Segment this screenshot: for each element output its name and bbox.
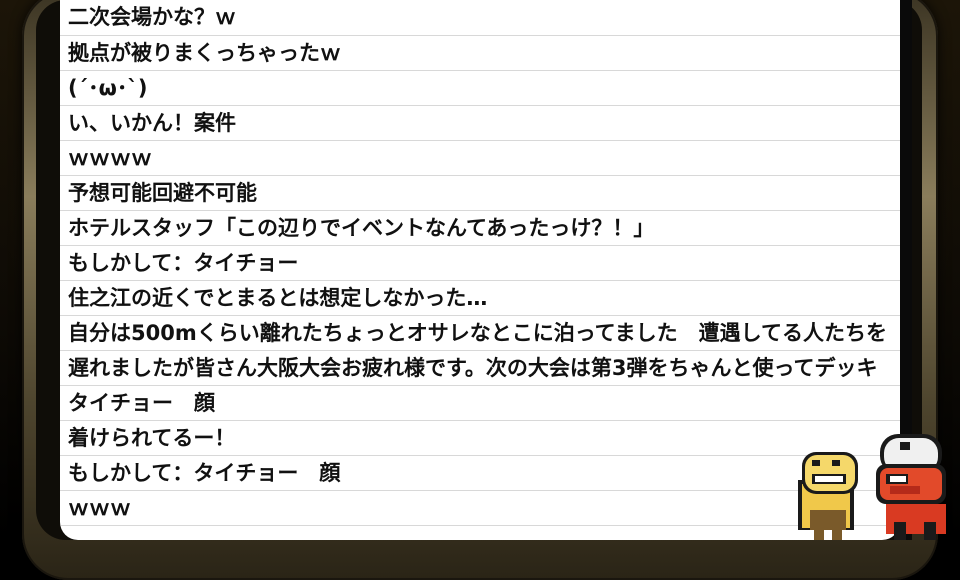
comment-row: 拠点が被りまくっちゃったｗ [60, 36, 900, 71]
comment-row: タイチョー 顔 [60, 386, 900, 421]
comment-row: 二次会場かな？ｗ [60, 0, 900, 36]
comment-row: 予想可能回避不可能 [60, 176, 900, 211]
yellow-mascot-icon [798, 452, 858, 540]
comment-row: もしかして：タイチョー [60, 246, 900, 281]
comment-row: 遅れましたが皆さん大阪大会お疲れ様です。次の大会は第3弾をちゃんと使ってデッキ [60, 351, 900, 386]
comment-row: い、いかん！案件 [60, 106, 900, 141]
comment-row: 自分は500mくらい離れたちょっとオサレなとこに泊ってました 遭遇してる人たちを [60, 316, 900, 351]
comment-list[interactable]: 二次会場かな？ｗ 拠点が被りまくっちゃったｗ (´･ω･`) い、いかん！案件 … [60, 0, 900, 540]
mascots [798, 434, 946, 540]
comment-row: もしかして：タイチョー 顔 [60, 456, 900, 491]
comment-row: ｗｗｗｗ [60, 141, 900, 176]
red-mascot-icon [876, 434, 946, 540]
comment-row: 住之江の近くでとまるとは想定しなかった… [60, 281, 900, 316]
comment-row: ｗｗｗ [60, 491, 900, 526]
comment-row: 着けられてるー！ [60, 421, 900, 456]
comment-row: (´･ω･`) [60, 71, 900, 106]
comment-row: ホテルスタッフ「この辺りでイベントなんてあったっけ？！」 [60, 211, 900, 246]
